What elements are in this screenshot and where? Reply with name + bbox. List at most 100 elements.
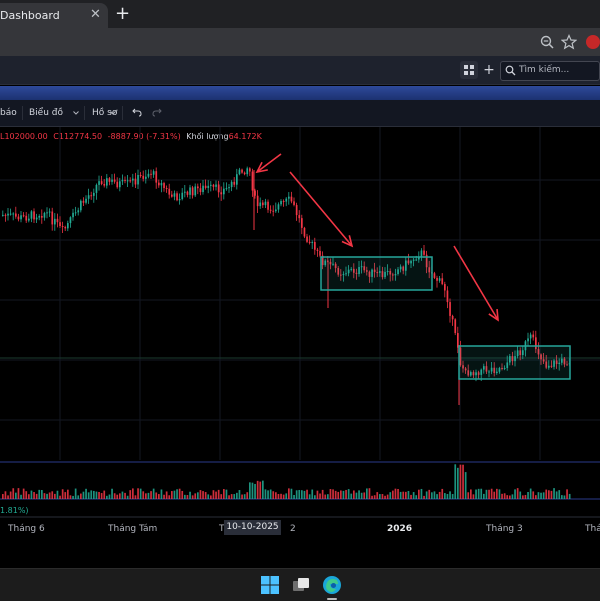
- candle-body: [210, 184, 212, 186]
- volume-bar: [519, 491, 522, 499]
- volume-bar: [152, 488, 155, 499]
- volume-bar: [433, 491, 436, 499]
- candle-body: [168, 188, 171, 195]
- candle-body: [150, 173, 152, 175]
- volume-bar: [441, 488, 444, 499]
- candle-body: [126, 180, 129, 182]
- candle-body: [269, 209, 272, 211]
- candle-body: [163, 183, 165, 189]
- volume-bar: [191, 495, 194, 499]
- candle-body: [293, 201, 295, 205]
- candle-body: [423, 250, 425, 255]
- volume-bar: [217, 489, 220, 499]
- volume-bar: [394, 488, 397, 499]
- volume-bar: [259, 481, 262, 499]
- volume-bar: [410, 494, 412, 499]
- volume-bar: [457, 467, 459, 499]
- volume-bar: [155, 492, 158, 499]
- candle-body: [2, 214, 4, 216]
- candle-body: [288, 196, 290, 199]
- volume-bar: [298, 489, 301, 499]
- volume-bar: [503, 493, 506, 499]
- candle-body: [72, 212, 74, 218]
- candle-body: [186, 191, 189, 195]
- volume-bar: [186, 495, 189, 499]
- candle-body: [69, 217, 72, 224]
- volume-bar: [90, 490, 93, 499]
- volume-bar: [399, 491, 402, 499]
- candle-body: [160, 183, 163, 186]
- volume-bar: [176, 489, 178, 499]
- volume-bar: [329, 489, 332, 499]
- volume-bar: [488, 489, 490, 499]
- volume-bar: [126, 495, 129, 499]
- task-view-icon[interactable]: [292, 577, 310, 593]
- volume-bar: [35, 493, 38, 499]
- volume-bar: [116, 494, 119, 499]
- volume-bar: [134, 495, 137, 499]
- volume-bar: [446, 493, 449, 499]
- volume-bar: [542, 492, 545, 499]
- x-tick-label: Tháng 6: [8, 524, 45, 534]
- volume-bar: [511, 494, 514, 499]
- price-chart[interactable]: [0, 0, 600, 568]
- volume-bar: [22, 488, 25, 499]
- volume-bar: [269, 489, 272, 499]
- candle-body: [20, 215, 22, 220]
- candle-body: [275, 209, 277, 212]
- candle-body: [176, 193, 178, 201]
- candle-body: [56, 218, 59, 223]
- volume-bar: [412, 492, 415, 499]
- volume-bar: [558, 490, 561, 499]
- candle-body: [454, 319, 457, 334]
- candle-body: [246, 168, 249, 175]
- volume-bar: [407, 490, 410, 499]
- candle-body: [282, 201, 285, 203]
- volume-bar: [181, 490, 184, 499]
- volume-bar: [324, 494, 327, 499]
- volume-bar: [548, 490, 550, 499]
- windows-start-icon[interactable]: [261, 576, 279, 594]
- candle-body: [25, 215, 28, 221]
- volume-bar: [243, 494, 246, 499]
- candle-body: [38, 216, 41, 218]
- volume-bar: [111, 488, 113, 499]
- candle-body: [100, 181, 103, 184]
- candle-body: [142, 175, 145, 179]
- volume-bar: [215, 491, 217, 499]
- volume-bar: [61, 489, 64, 499]
- candle-body: [189, 187, 191, 195]
- volume-bar: [516, 488, 519, 499]
- candle-body: [90, 195, 93, 197]
- edge-browser-icon[interactable]: [322, 575, 342, 595]
- volume-bar: [415, 495, 418, 499]
- candle-body: [451, 315, 454, 320]
- volume-bar: [381, 494, 384, 499]
- candle-body: [220, 192, 223, 195]
- volume-bar: [454, 464, 457, 499]
- volume-bar: [493, 491, 496, 499]
- volume-bar: [64, 492, 67, 499]
- candle-body: [233, 181, 236, 185]
- candle-body: [41, 216, 43, 218]
- candle-body: [529, 334, 532, 339]
- volume-bar: [459, 464, 462, 499]
- volume-bar: [501, 493, 503, 499]
- volume-bar: [418, 489, 420, 499]
- volume-bar: [210, 495, 212, 499]
- candle-body: [178, 199, 181, 201]
- candle-body: [238, 169, 241, 175]
- volume-bar: [236, 492, 238, 499]
- volume-bar: [7, 495, 9, 499]
- volume-bar: [132, 488, 134, 499]
- candle-body: [223, 188, 225, 195]
- candle-body: [184, 191, 186, 193]
- volume-bar: [506, 495, 509, 499]
- volume-bar: [363, 492, 366, 499]
- x-crosshair-date: 10-10-2025: [224, 520, 281, 535]
- volume-bar: [251, 482, 254, 499]
- candle-body: [197, 186, 199, 189]
- volume-bar: [288, 488, 290, 499]
- candle-body: [241, 169, 243, 173]
- candle-body: [207, 185, 210, 188]
